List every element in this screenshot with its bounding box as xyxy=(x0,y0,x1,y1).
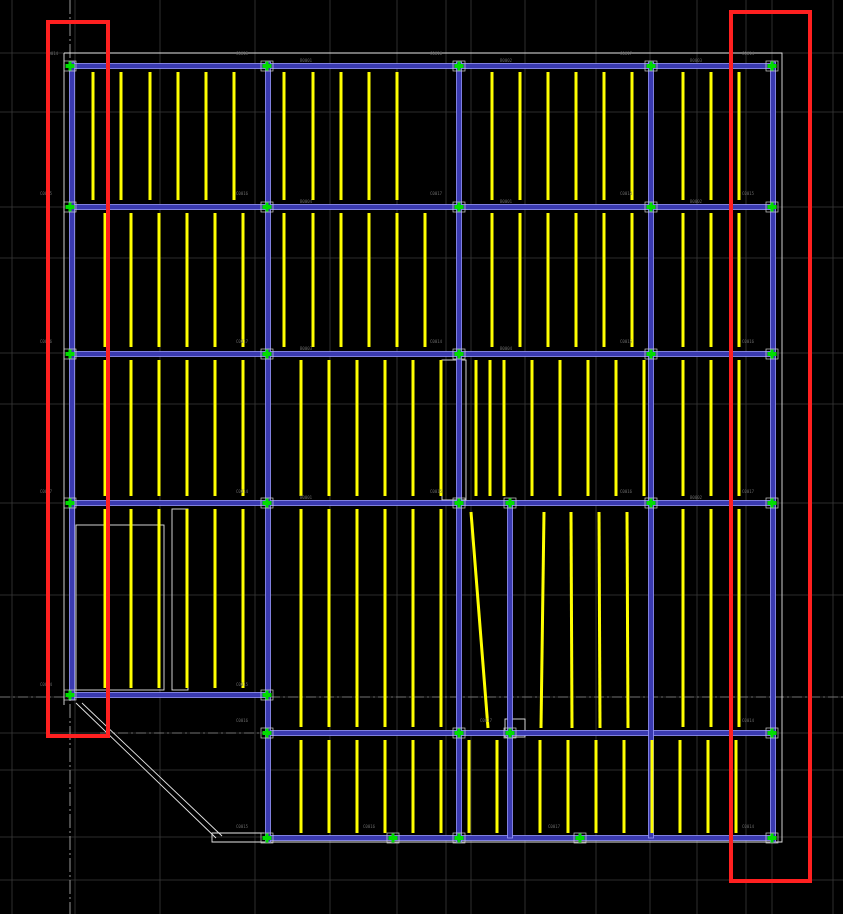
column[interactable] xyxy=(508,498,512,508)
column[interactable] xyxy=(457,61,461,71)
column[interactable] xyxy=(265,61,269,71)
beam[interactable] xyxy=(267,835,774,841)
column[interactable] xyxy=(457,349,461,359)
column-tag-label: C0015 xyxy=(742,191,755,196)
column[interactable] xyxy=(68,690,72,700)
beam-tag-label: B0001 xyxy=(300,495,313,500)
left-highlight-box xyxy=(46,20,110,738)
column-tag-label: C0016 xyxy=(620,489,633,494)
grid-lines xyxy=(0,0,843,914)
column[interactable] xyxy=(457,833,461,843)
beam-tag-label: B0004 xyxy=(300,199,313,204)
column[interactable] xyxy=(649,61,653,71)
diagonal-edge xyxy=(75,702,217,839)
column[interactable] xyxy=(68,202,72,212)
column-tag-label: C0017 xyxy=(236,339,249,344)
column-tag-label: C0015 xyxy=(236,682,249,687)
beam[interactable] xyxy=(69,351,774,357)
beam[interactable] xyxy=(69,63,774,69)
column[interactable] xyxy=(68,61,72,71)
column-tag-label: C0017 xyxy=(480,718,493,723)
joist[interactable] xyxy=(569,511,574,729)
beam[interactable] xyxy=(770,61,776,843)
beam[interactable] xyxy=(69,61,75,701)
column[interactable] xyxy=(508,728,512,738)
column[interactable] xyxy=(578,833,582,843)
column[interactable] xyxy=(265,728,269,738)
beam[interactable] xyxy=(648,61,654,839)
column[interactable] xyxy=(770,728,774,738)
column-tag-label: C0014 xyxy=(620,191,633,196)
diagonal-edge xyxy=(81,702,223,837)
column-tag-label: C0017 xyxy=(430,191,443,196)
beam[interactable] xyxy=(69,204,774,210)
beam-tag-label: B0001 xyxy=(300,58,313,63)
building-outline xyxy=(63,52,783,843)
column-tag-label: C0016 xyxy=(430,51,443,56)
column-tag-label: C0015 xyxy=(236,51,249,56)
column-tag-label: C0016 xyxy=(236,191,249,196)
beam[interactable] xyxy=(507,502,513,839)
column-tag-label: C0017 xyxy=(620,51,633,56)
column[interactable] xyxy=(770,61,774,71)
column[interactable] xyxy=(649,498,653,508)
column-tag-label: C0014 xyxy=(742,824,755,829)
beam[interactable] xyxy=(69,692,269,698)
column[interactable] xyxy=(68,349,72,359)
column[interactable] xyxy=(770,202,774,212)
joist[interactable] xyxy=(539,511,546,729)
column-tag-label: C0015 xyxy=(620,339,633,344)
column-tag-label: C0014 xyxy=(236,489,249,494)
beam-tag-label: B0002 xyxy=(500,58,513,63)
column-tag-label: C0016 xyxy=(742,339,755,344)
beam-tag-label: B0002 xyxy=(690,199,703,204)
beam[interactable] xyxy=(267,730,774,736)
column[interactable] xyxy=(457,728,461,738)
column[interactable] xyxy=(265,498,269,508)
beam-tag-label: B0004 xyxy=(500,346,513,351)
slab-edge xyxy=(64,52,783,843)
column[interactable] xyxy=(770,498,774,508)
opening-outline xyxy=(75,524,165,691)
column[interactable] xyxy=(457,202,461,212)
column[interactable] xyxy=(265,349,269,359)
beam-tag-label: B0003 xyxy=(690,58,703,63)
cad-drawing-canvas[interactable]: C0014 C0015 C0016 C0017 C0014 C0015 C0016 C0017… xyxy=(0,0,843,914)
joist[interactable] xyxy=(597,511,602,729)
column-tag-label: C0016 xyxy=(236,718,249,723)
joist[interactable] xyxy=(625,511,630,729)
joist-layer[interactable] xyxy=(91,72,741,833)
column[interactable] xyxy=(265,833,269,843)
column[interactable] xyxy=(265,202,269,212)
beam-tag-label: B0003 xyxy=(300,346,313,351)
column[interactable] xyxy=(68,498,72,508)
column-layer[interactable] xyxy=(63,60,779,844)
column[interactable] xyxy=(265,690,269,700)
beam[interactable] xyxy=(265,61,271,843)
column-tag-label: C0017 xyxy=(742,489,755,494)
column[interactable] xyxy=(457,498,461,508)
column-tag-label: C0014 xyxy=(742,718,755,723)
column[interactable] xyxy=(649,202,653,212)
beam-layer[interactable] xyxy=(69,61,776,843)
beam[interactable] xyxy=(456,61,462,843)
column-tag-label: C0017 xyxy=(548,824,561,829)
column[interactable] xyxy=(770,833,774,843)
column-tag-label: C0014 xyxy=(742,51,755,56)
column[interactable] xyxy=(391,833,395,843)
column-tag-label: C0015 xyxy=(236,824,249,829)
column[interactable] xyxy=(649,349,653,359)
column-tag-label: C0016 xyxy=(363,824,376,829)
beam-tag-label: B0002 xyxy=(690,495,703,500)
beam-tag-label: B0001 xyxy=(500,199,513,204)
column[interactable] xyxy=(770,349,774,359)
column-tag-label: C0014 xyxy=(430,339,443,344)
beam[interactable] xyxy=(69,500,774,506)
column-tag-label: C0015 xyxy=(430,489,443,494)
joist[interactable] xyxy=(469,511,490,729)
selection-highlights xyxy=(46,10,812,883)
